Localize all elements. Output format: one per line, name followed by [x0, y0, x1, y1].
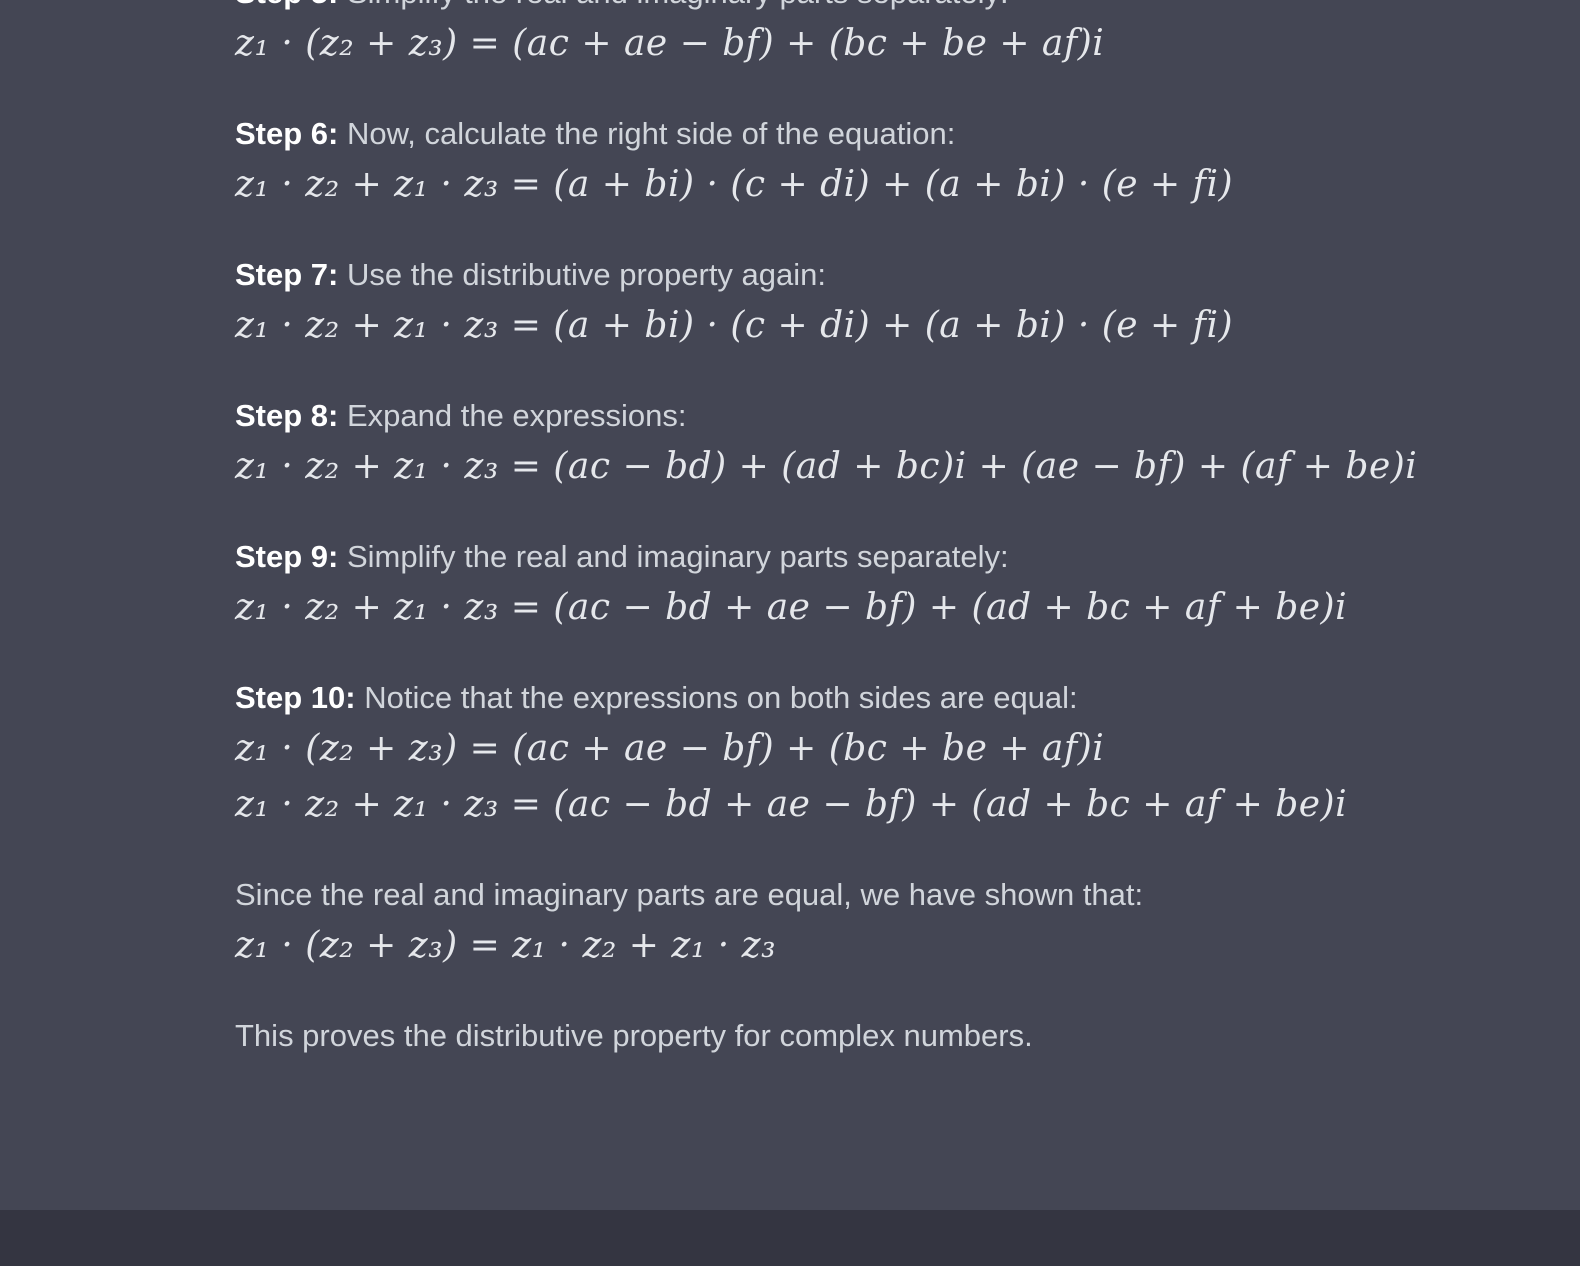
conclusion-equation: z₁ · (z₂ + z₃) = z₁ · z₂ + z₁ · z₃: [235, 925, 777, 966]
step-text: Use the distributive property again:: [338, 257, 827, 292]
step-6-equation: z₁ · z₂ + z₁ · z₃ = (a + bi) · (c + di) …: [235, 164, 1234, 205]
step-10: Step 10: Notice that the expressions on …: [235, 675, 1385, 833]
step-7-equation: z₁ · z₂ + z₁ · z₃ = (a + bi) · (c + di) …: [235, 305, 1234, 346]
step-5: Step 5: Simplify the real and imaginary …: [235, 0, 1385, 72]
conclusion-text: Since the real and imaginary parts are e…: [235, 877, 1144, 912]
step-10-equation-left: z₁ · (z₂ + z₃) = (ac + ae − bf) + (bc + …: [235, 728, 1105, 769]
step-7: Step 7: Use the distributive property ag…: [235, 252, 1385, 354]
assistant-message: Step 5: Simplify the real and imaginary …: [0, 0, 1580, 1210]
step-label: Step 9:: [235, 539, 339, 574]
conclusion: Since the real and imaginary parts are e…: [235, 872, 1385, 974]
step-9-heading: Step 9: Simplify the real and imaginary …: [235, 534, 1385, 580]
step-6-heading: Step 6: Now, calculate the right side of…: [235, 111, 1385, 157]
footer-area: [0, 1210, 1580, 1266]
step-8-heading: Step 8: Expand the expressions:: [235, 393, 1385, 439]
closing-text: This proves the distributive property fo…: [235, 1018, 1033, 1053]
step-label: Step 10:: [235, 680, 356, 715]
step-label: Step 8:: [235, 398, 339, 433]
step-5-heading: Step 5: Simplify the real and imaginary …: [235, 0, 1385, 16]
step-9-equation: z₁ · z₂ + z₁ · z₃ = (ac − bd + ae − bf) …: [235, 587, 1348, 628]
step-5-equation: z₁ · (z₂ + z₃) = (ac + ae − bf) + (bc + …: [235, 23, 1105, 64]
step-text: Expand the expressions:: [338, 398, 687, 433]
step-6: Step 6: Now, calculate the right side of…: [235, 111, 1385, 213]
step-label: Step 7:: [235, 257, 339, 292]
step-label: Step 6:: [235, 116, 339, 151]
step-text: Notice that the expressions on both side…: [355, 680, 1078, 715]
step-label: Step 5:: [235, 0, 338, 10]
step-8-equation: z₁ · z₂ + z₁ · z₃ = (ac − bd) + (ad + bc…: [235, 446, 1418, 487]
closing: This proves the distributive property fo…: [235, 1013, 1385, 1059]
step-text: Simplify the real and imaginary parts se…: [338, 0, 1009, 10]
step-text: Now, calculate the right side of the equ…: [338, 116, 956, 151]
step-7-heading: Step 7: Use the distributive property ag…: [235, 252, 1385, 298]
step-8: Step 8: Expand the expressions: z₁ · z₂ …: [235, 393, 1418, 495]
step-10-heading: Step 10: Notice that the expressions on …: [235, 675, 1385, 721]
message-content: Step 5: Simplify the real and imaginary …: [235, 0, 1418, 1098]
step-text: Simplify the real and imaginary parts se…: [338, 539, 1009, 574]
step-10-equation-right: z₁ · z₂ + z₁ · z₃ = (ac − bd + ae − bf) …: [235, 784, 1348, 825]
step-9: Step 9: Simplify the real and imaginary …: [235, 534, 1385, 636]
